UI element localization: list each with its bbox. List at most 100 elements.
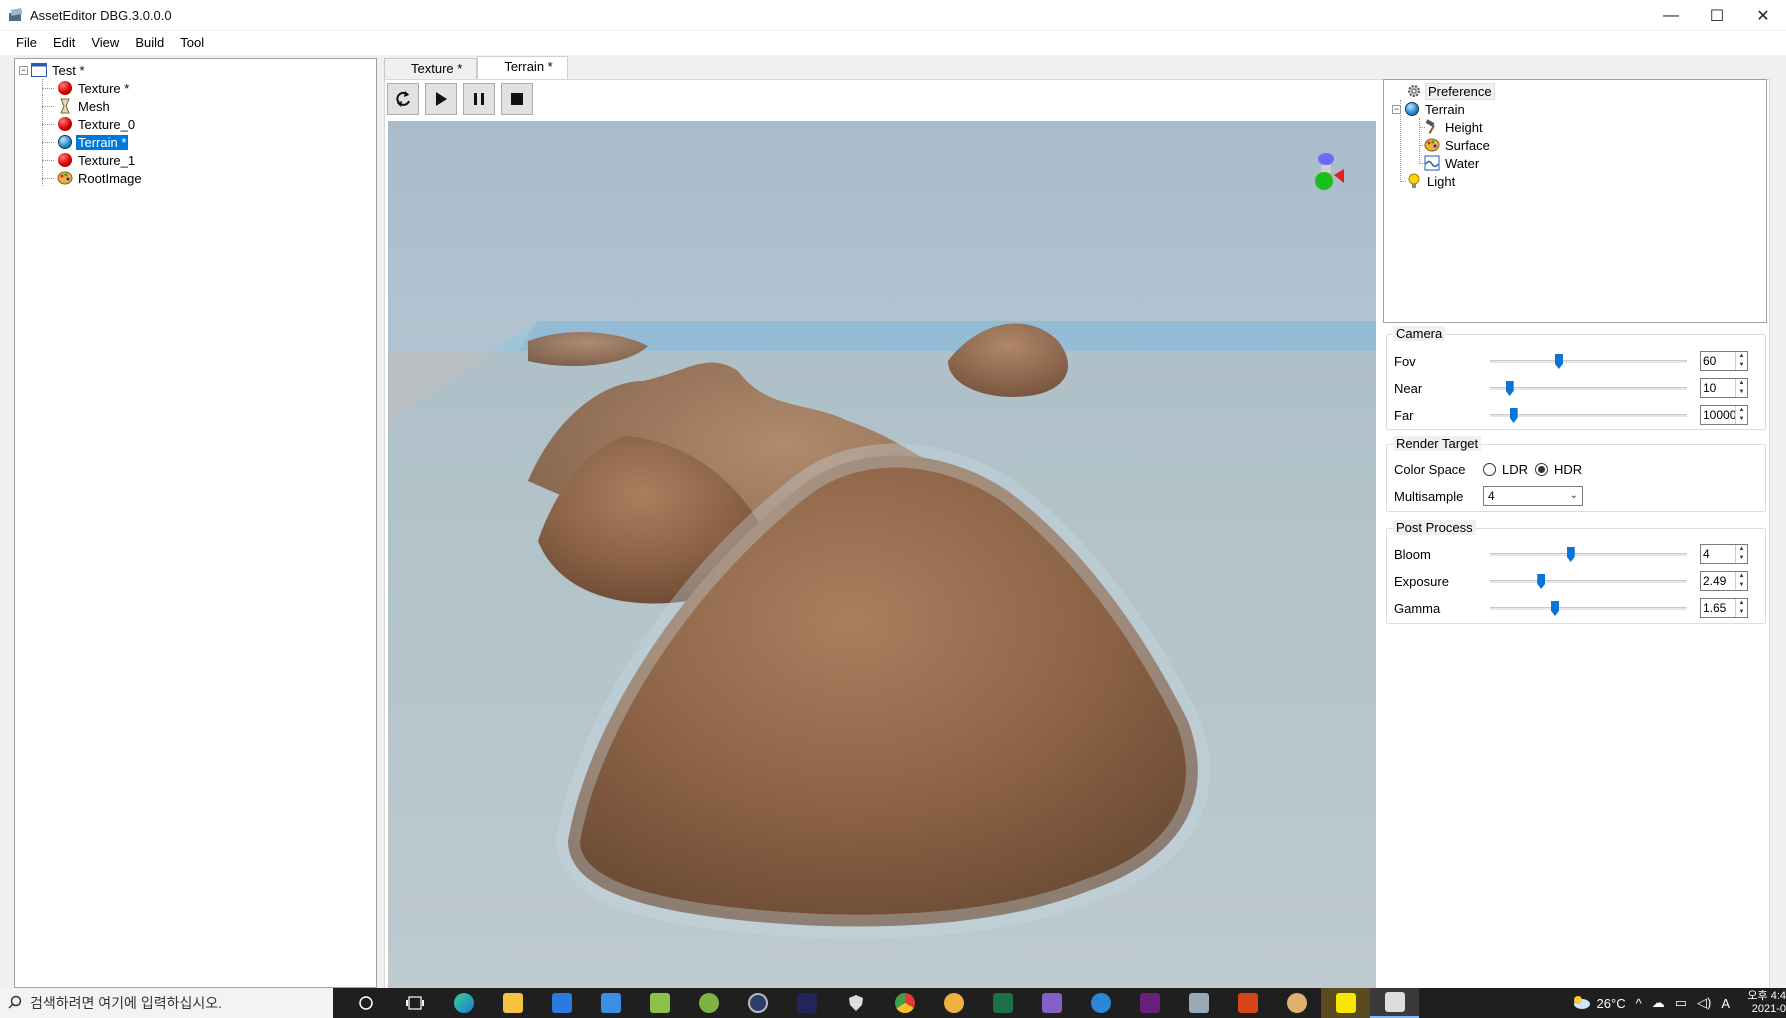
asset-tree[interactable]: − Test * Texture * Mesh Texture_0 Terrai… [14,58,377,988]
refresh-button[interactable] [387,83,419,115]
tree-item-light[interactable]: Light [1384,172,1766,190]
asset-editor-task-icon[interactable] [1370,988,1419,1018]
scene-tree[interactable]: Preference − Terrain Height Surface Wate… [1383,79,1767,323]
tree-item-terrain[interactable]: Terrain * [15,133,376,151]
tree-item-label: Surface [1445,137,1490,153]
near-input[interactable]: 10 ▲ ▼ [1700,378,1748,398]
maximize-button[interactable]: ☐ [1694,0,1740,31]
pause-button[interactable] [463,83,495,115]
app-icon [8,7,24,23]
far-slider[interactable] [1490,408,1687,423]
axis-gizmo-icon[interactable] [1314,149,1348,193]
bluetooth-app-icon[interactable] [1076,988,1125,1018]
menu-file[interactable]: File [8,32,45,54]
https-icon[interactable] [782,988,831,1018]
tree-item-surface[interactable]: Surface [1384,136,1766,154]
terrain-viewport[interactable] [388,121,1376,989]
tree-item-mesh[interactable]: Mesh [15,97,376,115]
edge-icon[interactable] [439,988,488,1018]
slider-thumb[interactable] [1505,381,1514,396]
cortana-icon[interactable] [341,988,390,1018]
temperature[interactable]: 26°C [1597,996,1626,1011]
hammer-icon [1424,119,1440,135]
gamma-slider[interactable] [1490,601,1687,616]
collapse-icon[interactable]: − [1392,104,1401,114]
collapse-icon[interactable]: − [19,65,28,75]
tree-item-water[interactable]: Water [1384,154,1766,172]
close-button[interactable]: ✕ [1740,0,1786,31]
multisample-select[interactable]: 4 ⌄ [1483,486,1583,506]
play-button[interactable] [425,83,457,115]
network-icon[interactable]: ▭ [1675,995,1687,1011]
tool-app-icon[interactable] [1223,988,1272,1018]
taskbar-search[interactable]: 검색하려면 여기에 입력하십시오. [0,988,333,1018]
volume-icon[interactable]: ◁) [1697,995,1711,1011]
tree-item-terrain-node[interactable]: − Terrain [1384,100,1766,118]
tree-item-height[interactable]: Height [1384,118,1766,136]
gamma-input[interactable]: 1.65 ▲ ▼ [1700,598,1748,618]
exposure-slider[interactable] [1490,574,1687,589]
slider-thumb[interactable] [1509,408,1518,423]
slider-thumb[interactable] [1537,574,1546,589]
slider-thumb[interactable] [1551,601,1559,616]
menu-view[interactable]: View [83,32,127,54]
near-slider[interactable] [1490,381,1687,396]
camera-group-title: Camera [1393,326,1446,341]
red-sphere-icon [57,80,73,96]
paint-icon[interactable] [929,988,978,1018]
remote-desktop-icon[interactable] [1174,988,1223,1018]
fov-input[interactable]: 60 ▲ ▼ [1700,351,1748,371]
mail-icon[interactable] [586,988,635,1018]
red-sphere-icon [57,152,73,168]
bloom-input[interactable]: 4 ▲ ▼ [1700,544,1748,564]
taskbar-apps [341,988,1419,1018]
tree-item-texture-0[interactable]: Texture_0 [15,115,376,133]
chart-app-icon[interactable] [635,988,684,1018]
character-app-icon[interactable] [1272,988,1321,1018]
shield-icon[interactable] [831,988,880,1018]
tree-item-texture-1[interactable]: Texture_1 [15,151,376,169]
tree-item-preference[interactable]: Preference [1384,82,1766,100]
menu-build[interactable]: Build [127,32,172,54]
minimize-button[interactable]: — [1648,0,1694,31]
slider-thumb[interactable] [1566,547,1575,562]
menu-edit[interactable]: Edit [45,32,83,54]
menu-tool[interactable]: Tool [172,32,212,54]
tree-item-texture[interactable]: Texture * [15,79,376,97]
exposure-input[interactable]: 2.49 ▲ ▼ [1700,571,1748,591]
slider-thumb[interactable] [1554,354,1563,369]
chevron-up-icon[interactable]: ^ [1636,996,1642,1011]
tree-item-label: Height [1445,119,1483,135]
chevron-down-icon: ⌄ [1569,490,1578,501]
visual-studio-icon[interactable] [1027,988,1076,1018]
tree-item-label: Mesh [78,98,110,114]
gamma-row: Gamma 1.65 ▲ ▼ [1387,595,1765,622]
kakaotalk-icon[interactable] [1321,988,1370,1018]
file-explorer-icon[interactable] [488,988,537,1018]
weather-icon[interactable] [1571,995,1591,1012]
fov-slider[interactable] [1490,354,1687,369]
chrome-icon[interactable] [880,988,929,1018]
far-input[interactable]: 10000 ▲ ▼ [1700,405,1748,425]
store-icon[interactable] [537,988,586,1018]
hdr-radio[interactable] [1535,463,1548,476]
ldr-label[interactable]: LDR [1502,462,1528,477]
tree-root[interactable]: − Test * [15,61,376,79]
tab-terrain[interactable]: Terrain * [477,56,568,79]
visual-studio-2-icon[interactable] [1125,988,1174,1018]
bloom-slider[interactable] [1490,547,1687,562]
android-icon[interactable] [684,988,733,1018]
excel-icon[interactable] [978,988,1027,1018]
task-view-icon[interactable] [390,988,439,1018]
ldr-radio[interactable] [1483,463,1496,476]
multisample-row: Multisample 4 ⌄ [1387,483,1765,510]
disc-icon[interactable] [733,988,782,1018]
tree-item-rootimage[interactable]: RootImage [15,169,376,187]
hdr-label[interactable]: HDR [1554,462,1582,477]
clock[interactable]: 오후 4:4 2021-0 [1738,990,1786,1016]
cloud-icon[interactable]: ☁ [1652,995,1665,1011]
tab-texture[interactable]: Texture * [384,58,478,79]
stop-button[interactable] [501,83,533,115]
ime-icon[interactable]: A [1721,996,1730,1011]
wave-chart-icon [1424,155,1440,171]
